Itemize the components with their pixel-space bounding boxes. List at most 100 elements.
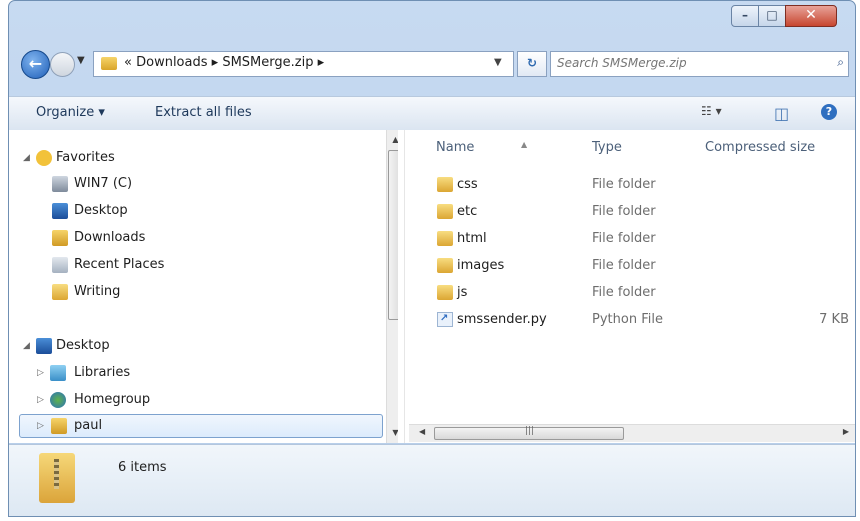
file-size: 7 KB [819, 312, 849, 327]
folder-icon [101, 57, 117, 70]
file-row-images[interactable]: images File folder [409, 254, 855, 278]
extract-all-files-button[interactable]: Extract all files [155, 105, 252, 120]
breadcrumb: « Downloads ▸ SMSMerge.zip ▸ [124, 55, 324, 70]
preview-pane-icon[interactable]: ◫ [774, 104, 789, 123]
pane-splitter[interactable] [404, 130, 405, 443]
scroll-right-icon[interactable]: ▶ [843, 427, 849, 436]
file-name: js [457, 285, 468, 300]
drive-icon [52, 176, 68, 192]
maximize-icon: □ [766, 8, 778, 22]
file-row-html[interactable]: html File folder [409, 227, 855, 251]
grip-icon: ||| [525, 426, 535, 436]
maximize-button[interactable]: □ [758, 5, 786, 27]
scroll-left-icon[interactable]: ◀ [419, 427, 425, 436]
recent-pages-dropdown-icon[interactable]: ▼ [77, 55, 85, 66]
back-button[interactable]: ← [21, 50, 50, 79]
nav-item-win7[interactable]: WIN7 (C) [52, 173, 372, 195]
close-button[interactable]: ✕ [785, 5, 837, 27]
folder-icon [437, 285, 453, 300]
file-name: etc [457, 204, 478, 219]
title-bar: – □ ✕ [9, 1, 855, 41]
search-icon[interactable]: ⌕ [837, 55, 844, 70]
collapse-arrow-icon[interactable]: ◢ [23, 147, 30, 169]
nav-desktop[interactable]: ◢ Desktop [23, 335, 383, 357]
details-pane: 6 items [9, 444, 855, 516]
navigation-scrollbar[interactable]: ▲ ▼ [386, 130, 398, 443]
file-list-horizontal-scrollbar[interactable]: ◀ ||| ▶ [409, 424, 855, 442]
user-folder-icon [51, 418, 67, 434]
command-bar: Organize ▾ Extract all files ☷ ▾ ◫ ? [9, 96, 855, 131]
search-input[interactable] [557, 54, 807, 72]
nav-item-recent-places[interactable]: Recent Places [52, 254, 372, 276]
address-bar[interactable]: « Downloads ▸ SMSMerge.zip ▸ ▼ [93, 51, 514, 77]
star-icon [36, 150, 52, 166]
nav-label: Writing [74, 284, 121, 299]
refresh-icon: ↻ [526, 56, 538, 70]
navigation-pane: ◢ Favorites WIN7 (C) Desktop Downloads R… [9, 130, 398, 443]
desktop-icon [36, 338, 52, 354]
breadcrumb-overflow[interactable]: « [124, 55, 132, 70]
column-header-label: Name [436, 140, 475, 155]
nav-item-downloads[interactable]: Downloads [52, 227, 372, 249]
file-row-smssender-py[interactable]: ↗ smssender.py Python File 7 KB [409, 308, 855, 332]
desktop-icon [52, 203, 68, 219]
column-header-type[interactable]: Type [592, 140, 622, 155]
navigation-bar: ← ▼ « Downloads ▸ SMSMerge.zip ▸ ▼ ↻ ⌕ [9, 45, 855, 81]
nav-label: Favorites [56, 150, 115, 165]
expand-arrow-icon[interactable]: ▷ [37, 415, 44, 437]
nav-item-writing[interactable]: Writing [52, 281, 372, 303]
nav-label: Libraries [74, 365, 131, 380]
item-count: 6 items [118, 460, 167, 475]
breadcrumb-separator[interactable]: ▸ [212, 55, 219, 70]
recent-places-icon [52, 257, 68, 273]
nav-label: paul [74, 418, 103, 433]
scroll-up-icon[interactable]: ▲ [387, 132, 398, 148]
column-header-name[interactable]: Name ▲ [436, 140, 527, 155]
file-type: File folder [592, 177, 656, 192]
file-name: html [457, 231, 487, 246]
scrollbar-thumb[interactable]: ||| [434, 426, 624, 440]
nav-item-desktop[interactable]: Desktop [52, 200, 372, 222]
nav-label: Recent Places [74, 257, 165, 272]
breadcrumb-downloads[interactable]: Downloads [136, 55, 207, 70]
column-header-compressed-size[interactable]: Compressed size [705, 140, 815, 155]
expand-arrow-icon[interactable]: ▷ [37, 389, 44, 411]
homegroup-icon [50, 392, 66, 408]
collapse-arrow-icon[interactable]: ◢ [23, 335, 30, 357]
file-list: Name ▲ Type Compressed size css File fol… [409, 130, 855, 443]
help-icon[interactable]: ? [821, 104, 837, 120]
file-name: images [457, 258, 505, 273]
file-name: css [457, 177, 478, 192]
nav-label: Downloads [74, 230, 146, 245]
nav-item-paul[interactable]: ▷ paul [19, 414, 383, 438]
nav-favorites[interactable]: ◢ Favorites [23, 147, 383, 169]
search-box[interactable]: ⌕ [550, 51, 849, 77]
nav-label: Desktop [56, 338, 110, 353]
change-view-icon[interactable]: ☷ ▾ [701, 104, 722, 118]
main-content: ◢ Favorites WIN7 (C) Desktop Downloads R… [9, 130, 855, 443]
nav-label: WIN7 (C) [74, 176, 133, 191]
breadcrumb-smsmerge-zip[interactable]: SMSMerge.zip [222, 55, 313, 70]
refresh-button[interactable]: ↻ [517, 51, 547, 77]
scroll-down-icon[interactable]: ▼ [387, 425, 398, 441]
expand-arrow-icon[interactable]: ▷ [37, 362, 44, 384]
minimize-button[interactable]: – [731, 5, 759, 27]
python-file-icon: ↗ [437, 312, 453, 327]
breadcrumb-separator[interactable]: ▸ [318, 55, 325, 70]
nav-item-libraries[interactable]: ▷ Libraries [37, 362, 367, 384]
back-arrow-icon: ← [28, 54, 43, 73]
scrollbar-thumb[interactable] [388, 150, 398, 320]
file-type: File folder [592, 231, 656, 246]
folder-icon [52, 284, 68, 300]
file-row-css[interactable]: css File folder [409, 173, 855, 197]
file-row-js[interactable]: js File folder [409, 281, 855, 305]
folder-icon [437, 204, 453, 219]
minimize-icon: – [742, 8, 748, 22]
address-dropdown-icon[interactable]: ▼ [494, 57, 502, 68]
forward-button[interactable] [50, 52, 75, 77]
organize-button[interactable]: Organize ▾ [36, 105, 105, 120]
folder-icon [437, 177, 453, 192]
nav-item-homegroup[interactable]: ▷ Homegroup [37, 389, 367, 411]
folder-icon [437, 231, 453, 246]
file-row-etc[interactable]: etc File folder [409, 200, 855, 224]
